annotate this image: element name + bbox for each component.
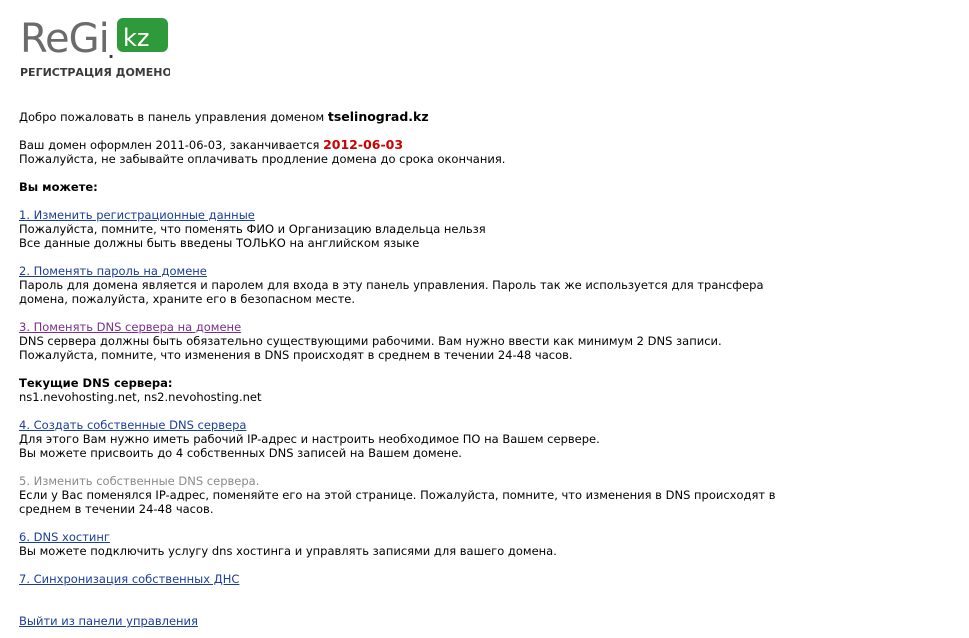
edit-dns-label: 5. Изменить собственные DNS сервера. <box>19 474 260 488</box>
site-logo[interactable]: ReGi . kz РЕГИСТРАЦИЯ ДОМЕНОВ <box>20 14 170 80</box>
logo-badge-text: kz <box>123 24 150 52</box>
action-description: DNS сервера должны быть обязательно суще… <box>19 334 722 348</box>
current-dns-title: Текущие DNS сервера: <box>19 376 173 390</box>
action-description: Для этого Вам нужно иметь рабочий IP-адр… <box>19 432 600 446</box>
action-create-dns: 4. Создать собственные DNS сервера Для э… <box>19 418 949 460</box>
logo-wordmark: ReGi <box>20 16 109 62</box>
welcome-line: Добро пожаловать в панель управления дом… <box>19 109 949 125</box>
action-description: Пожалуйста, помните, что поменять ФИО и … <box>19 222 486 236</box>
change-password-link[interactable]: 2. Поменять пароль на домене <box>19 264 949 278</box>
logout-link[interactable]: Выйти из панели управления <box>19 614 198 628</box>
action-description: Если у Вас поменялся IP-адрес, поменяйте… <box>19 488 776 516</box>
sync-dns-link[interactable]: 7. Синхронизация собственных ДНС <box>19 572 949 586</box>
main-content: Добро пожаловать в панель управления дом… <box>19 109 949 587</box>
action-change-password: 2. Поменять пароль на домене Пароль для … <box>19 264 949 306</box>
change-dns-link[interactable]: 3. Поменять DNS сервера на домене <box>19 320 949 334</box>
action-change-registration: 1. Изменить регистрационные данные Пожал… <box>19 208 949 250</box>
action-description: Вы можете подключить услугу dns хостинга… <box>19 544 557 558</box>
dns-hosting-link[interactable]: 6. DNS хостинг <box>19 530 949 544</box>
create-dns-link[interactable]: 4. Создать собственные DNS сервера <box>19 418 949 432</box>
action-description: Все данные должны быть введены ТОЛЬКО на… <box>19 236 420 250</box>
action-edit-dns: 5. Изменить собственные DNS сервера. Есл… <box>19 474 949 516</box>
domain-name: tselinograd.kz <box>327 109 429 124</box>
registration-text: Ваш домен оформлен 2011-06-03, заканчива… <box>19 138 324 152</box>
logo-dot: . <box>108 43 114 62</box>
action-change-dns: 3. Поменять DNS сервера на домене DNS се… <box>19 320 949 362</box>
current-dns: Текущие DNS сервера: ns1.nevohosting.net… <box>19 376 949 404</box>
action-description: Вы можете присвоить до 4 собственных DNS… <box>19 446 462 460</box>
action-description: Пожалуйста, помните, что изменения в DNS… <box>19 348 573 362</box>
action-sync-dns: 7. Синхронизация собственных ДНС <box>19 572 949 586</box>
renewal-reminder: Пожалуйста, не забывайте оплачивать прод… <box>19 152 506 166</box>
expiry-date: 2012-06-03 <box>323 137 404 152</box>
change-registration-link[interactable]: 1. Изменить регистрационные данные <box>19 208 949 222</box>
registration-info: Ваш домен оформлен 2011-06-03, заканчива… <box>19 137 949 167</box>
you-can-heading: Вы можете: <box>19 180 98 194</box>
logo-graphic: ReGi . kz РЕГИСТРАЦИЯ ДОМЕНОВ <box>20 16 170 79</box>
current-dns-value: ns1.nevohosting.net, ns2.nevohosting.net <box>19 390 262 404</box>
logo-tagline: РЕГИСТРАЦИЯ ДОМЕНОВ <box>20 66 170 79</box>
welcome-text: Добро пожаловать в панель управления дом… <box>19 110 328 124</box>
action-dns-hosting: 6. DNS хостинг Вы можете подключить услу… <box>19 530 949 558</box>
action-description: Пароль для домена является и паролем для… <box>19 278 764 306</box>
